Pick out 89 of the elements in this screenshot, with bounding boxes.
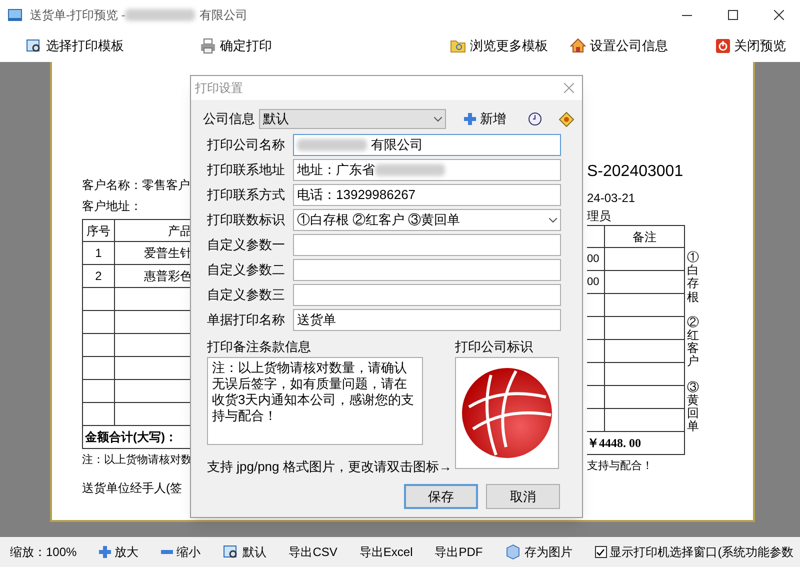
- cancel-button[interactable]: 取消: [486, 484, 560, 509]
- field-label: 打印公司名称: [207, 136, 286, 154]
- field-label: 打印联数标识: [207, 211, 286, 230]
- select-field[interactable]: ①白存根 ②红客户 ③黄回单: [293, 209, 561, 231]
- logo-hint: 支持 jpg/png 格式图片，更改请双击图标→: [206, 458, 453, 476]
- field-label: 打印联系地址: [207, 161, 286, 180]
- total-amount: ￥4448. 00: [587, 435, 642, 452]
- close-icon[interactable]: [774, 10, 784, 20]
- input-field[interactable]: [293, 284, 561, 306]
- order-date: 24-03-21: [587, 190, 636, 207]
- globe-logo-icon: [461, 366, 553, 458]
- table-header: 序号: [83, 220, 115, 241]
- footer-note: 支持与配合！: [587, 459, 654, 474]
- status-button[interactable]: 导出Excel: [359, 543, 413, 561]
- company-select[interactable]: 默认: [259, 109, 446, 129]
- status-button[interactable]: 导出PDF: [434, 543, 483, 561]
- house-icon: [570, 38, 586, 54]
- power-icon: [716, 39, 730, 53]
- window-icon: [8, 9, 22, 21]
- handler-label: 理员: [587, 208, 612, 225]
- status-button[interactable]: 默认: [222, 543, 267, 561]
- toolbar-button[interactable]: 关闭预览: [712, 34, 790, 58]
- field-label: 打印备注条款信息: [207, 338, 312, 356]
- dialog-title: 打印设置: [195, 80, 243, 97]
- total-label: 金额合计(大写)：: [84, 429, 178, 446]
- printer-icon: [200, 38, 216, 54]
- diamond-icon[interactable]: [559, 112, 574, 126]
- checkbox[interactable]: [594, 546, 607, 558]
- input-field[interactable]: 有限公司: [293, 134, 561, 156]
- copy-label: ③黄回单: [687, 380, 699, 434]
- input-field[interactable]: 地址：广东省: [293, 159, 561, 181]
- field-label: 自定义参数二: [207, 261, 286, 280]
- toolbar-button[interactable]: 浏览更多模板: [446, 34, 552, 58]
- table-cell-text: 爱普生针: [143, 245, 192, 262]
- input-field[interactable]: [293, 234, 561, 256]
- toolbar-button[interactable]: 选择打印模板: [22, 34, 128, 58]
- field-value: ①白存根 ②红客户 ③黄回单: [297, 211, 460, 230]
- field-label: 公司信息: [203, 110, 255, 128]
- chevron-down-icon: [549, 218, 557, 222]
- plus-icon: [464, 113, 476, 125]
- clock-icon[interactable]: [528, 112, 542, 126]
- window-title: 送货单-打印预览 - 有限公司: [30, 7, 248, 24]
- blurred-text: [125, 9, 196, 21]
- field-label: 自定义参数三: [207, 286, 286, 304]
- minimize-icon[interactable]: [682, 14, 692, 16]
- customer-name: 客户名称：零售客户: [82, 177, 191, 194]
- table-cell: 00: [587, 248, 605, 270]
- zoom-level: 缩放：100%: [10, 544, 77, 561]
- field-label: 自定义参数一: [207, 236, 286, 254]
- field-value: 送货单: [297, 311, 336, 330]
- field-value: 地址：广东省: [297, 160, 449, 180]
- cube-icon: [504, 544, 521, 560]
- save-button[interactable]: 保存: [404, 484, 478, 509]
- search-icon: [222, 544, 239, 560]
- add-button[interactable]: 新增: [464, 109, 506, 129]
- input-field[interactable]: 送货单: [293, 309, 561, 331]
- plus-icon: [98, 546, 111, 558]
- table-cell: 00: [587, 271, 605, 293]
- folder-icon: [450, 38, 466, 54]
- table-cell: 1: [83, 242, 115, 264]
- order-number: S-202403001: [587, 162, 684, 182]
- status-button[interactable]: 导出CSV: [288, 543, 338, 561]
- remarks-textarea[interactable]: 注：以上货物请核对数量，请确认无误后签字，如有质量问题，请在收货3天内通知本公司，感谢您的支持与配合！: [207, 356, 423, 444]
- status-button[interactable]: 缩小: [160, 543, 201, 561]
- logo-frame[interactable]: [455, 356, 559, 468]
- magnifier-page-icon: [26, 38, 42, 54]
- toolbar-button[interactable]: 确定打印: [196, 34, 276, 58]
- toolbar-button[interactable]: 设置公司信息: [566, 34, 672, 58]
- field-label: 打印公司标识: [455, 338, 534, 356]
- chevron-down-icon: [434, 116, 442, 122]
- check-icon: [596, 548, 606, 556]
- signature-label: 送货单位经手人(签: [82, 480, 183, 496]
- field-value: 有限公司: [297, 135, 423, 155]
- field-label: 打印联系方式: [207, 186, 286, 204]
- blurred-text: [297, 139, 367, 151]
- status-button[interactable]: 放大: [98, 543, 139, 561]
- copy-label: ①白存根: [687, 251, 699, 304]
- blurred-text: [375, 164, 445, 176]
- customer-address: 客户地址：: [82, 198, 143, 215]
- field-label: 单据打印名称: [207, 311, 286, 330]
- status-button[interactable]: 存为图片: [504, 543, 573, 561]
- input-field[interactable]: [293, 259, 561, 281]
- maximize-icon[interactable]: [728, 10, 738, 20]
- table-cell: 2: [83, 265, 115, 287]
- minus-icon: [160, 550, 173, 554]
- field-value: 电话：13929986267: [297, 186, 416, 204]
- copy-label: ②红客户: [687, 316, 699, 368]
- input-field[interactable]: 电话：13929986267: [293, 184, 561, 206]
- table-header: 备注: [632, 228, 658, 246]
